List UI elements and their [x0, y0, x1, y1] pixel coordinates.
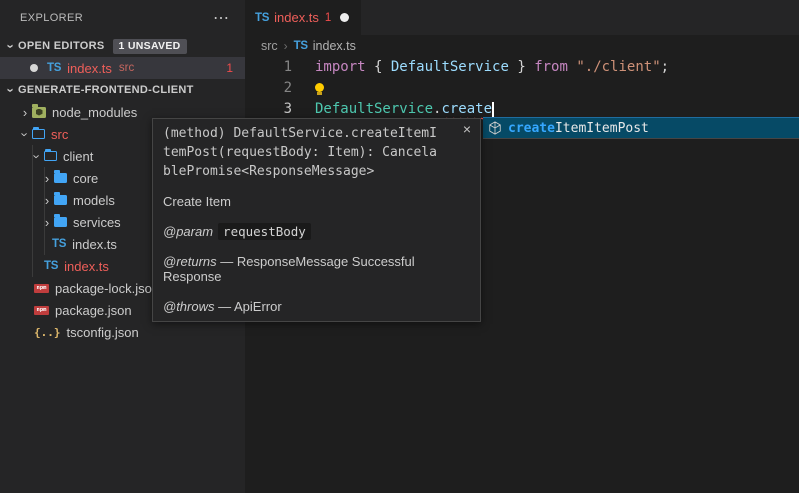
tab-index-ts[interactable]: TS index.ts 1: [245, 0, 361, 35]
npm-file-icon: npm: [34, 306, 49, 315]
open-editor-file-folder: src: [119, 62, 134, 74]
modified-dot-icon: [30, 64, 38, 72]
breadcrumb-separator-icon: ›: [284, 39, 288, 53]
folder-open-icon: [32, 129, 45, 139]
chevron-right-icon: ›: [40, 194, 54, 207]
open-editors-label: OPEN EDITORS: [18, 40, 105, 52]
tab-error-count: 1: [325, 12, 331, 24]
tab-bar: TS index.ts 1: [245, 0, 799, 35]
breadcrumb: src › TS index.ts: [245, 35, 799, 57]
explorer-header: EXPLORER ⋯: [0, 0, 245, 35]
chevron-right-icon: ›: [18, 106, 32, 119]
signature-line: blePromise<ResponseMessage>: [163, 162, 470, 181]
typescript-file-icon: TS: [47, 62, 61, 74]
project-name-label: GENERATE-FRONTEND-CLIENT: [18, 84, 194, 96]
identifier-defaultservice: DefaultService: [391, 59, 509, 75]
punctuation: {: [366, 59, 391, 75]
typescript-file-icon: TS: [255, 12, 269, 24]
doc-description: Create Item: [163, 194, 470, 209]
doc-param-line: @param requestBody: [163, 224, 463, 239]
punctuation: }: [509, 59, 534, 75]
doc-throws-line: @throws — ApiError: [163, 299, 463, 314]
punctuation: ;: [661, 59, 669, 75]
line-number: 2: [245, 78, 292, 99]
chevron-right-icon: ›: [40, 216, 54, 229]
chevron-right-icon: ›: [40, 172, 54, 185]
error-count-badge: 1: [226, 61, 233, 75]
line-number-active: 3: [245, 99, 292, 120]
close-icon[interactable]: ×: [463, 122, 471, 136]
npm-file-icon: npm: [34, 284, 49, 293]
chevron-down-icon: ›: [5, 39, 18, 53]
chevron-down-icon: ›: [5, 83, 18, 97]
open-editor-item-index-ts[interactable]: TS index.ts src 1: [0, 57, 245, 79]
more-actions-icon[interactable]: ⋯: [213, 8, 230, 28]
throws-text: — ApiError: [215, 299, 282, 314]
open-editor-file-name: index.ts: [67, 61, 112, 76]
code-line-1[interactable]: 1 import { DefaultService } from "./clie…: [245, 57, 799, 78]
unsaved-badge: 1 UNSAVED: [113, 39, 187, 54]
suggestion-rest-text: ItemItemPost: [555, 121, 649, 136]
returns-tag: @returns: [163, 254, 217, 269]
folder-icon: [54, 173, 67, 183]
keyword-from: from: [534, 59, 576, 75]
vscode-window: EXPLORER ⋯ › OPEN EDITORS 1 UNSAVED TS i…: [0, 0, 799, 493]
signature-line: temPost(requestBody: Item): Cancela: [163, 143, 470, 162]
member-create-error: create: [441, 101, 492, 117]
tab-file-name: index.ts: [274, 10, 319, 25]
open-editors-section-header[interactable]: › OPEN EDITORS 1 UNSAVED: [0, 35, 245, 57]
suggestion-match-text: create: [508, 121, 555, 136]
param-tag: @param: [163, 224, 213, 239]
project-section-header[interactable]: › GENERATE-FRONTEND-CLIENT: [0, 79, 245, 101]
indent-guide: [44, 167, 45, 255]
code-area[interactable]: 1 import { DefaultService } from "./clie…: [245, 57, 799, 120]
doc-returns-line: @returns — ResponseMessage Successful Re…: [163, 254, 463, 284]
method-symbol-icon: [488, 121, 502, 135]
chevron-down-icon: ›: [31, 149, 44, 163]
tree-item-tsconfig-json[interactable]: {..} tsconfig.json: [0, 321, 245, 343]
explorer-title: EXPLORER: [20, 12, 83, 24]
typescript-file-icon: TS: [52, 238, 66, 250]
indent-guide: [32, 145, 33, 277]
throws-tag: @throws: [163, 299, 215, 314]
breadcrumb-file[interactable]: index.ts: [313, 39, 356, 53]
folder-open-icon: [44, 151, 57, 161]
param-value-chip: requestBody: [218, 223, 311, 240]
typescript-file-icon: TS: [294, 40, 308, 52]
chevron-down-icon: ›: [19, 127, 32, 141]
signature-line: (method) DefaultService.createItemI: [163, 124, 470, 143]
class-defaultservice: DefaultService: [315, 101, 433, 117]
tab-modified-dot-icon[interactable]: [340, 13, 349, 22]
breadcrumb-folder[interactable]: src: [261, 39, 278, 53]
folder-icon: [54, 195, 67, 205]
suggest-widget-selected-item[interactable]: createItemItemPost: [483, 117, 799, 139]
hover-tooltip: × (method) DefaultService.createItemI te…: [152, 118, 481, 322]
node-modules-folder-icon: [32, 107, 46, 118]
string-client-path: "./client": [576, 59, 660, 75]
line-number: 1: [245, 57, 292, 78]
keyword-import: import: [315, 59, 366, 75]
json-config-file-icon: {..}: [34, 326, 61, 339]
code-line-2[interactable]: 2: [245, 78, 799, 99]
lightbulb-icon[interactable]: [315, 83, 324, 92]
folder-icon: [54, 217, 67, 227]
typescript-file-icon: TS: [44, 260, 58, 272]
